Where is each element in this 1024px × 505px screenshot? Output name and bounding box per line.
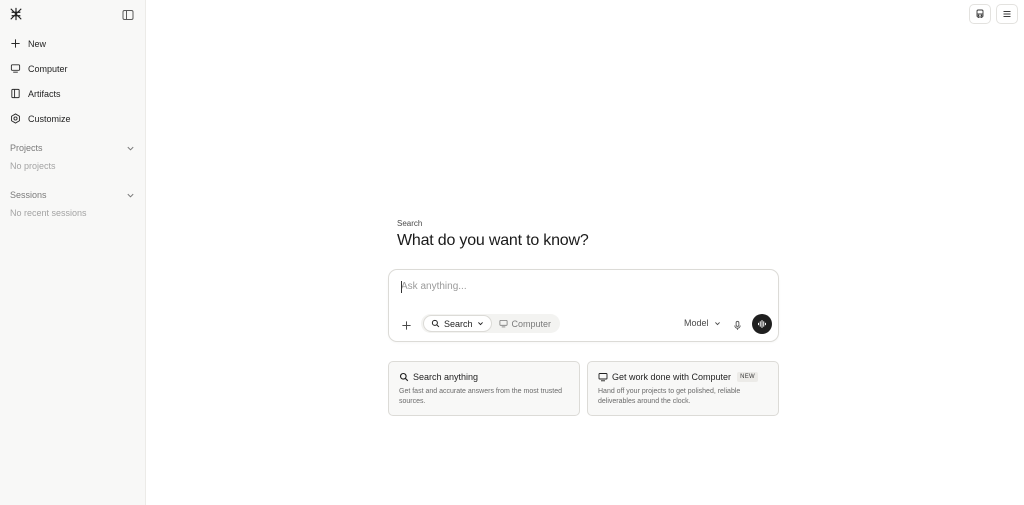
computer-icon xyxy=(499,319,508,328)
card-title-text: Get work done with Computer xyxy=(612,372,732,382)
card-title: Get work done with Computer NEW xyxy=(598,372,768,382)
computer-icon xyxy=(598,373,608,382)
mic-icon xyxy=(734,320,741,330)
chevron-down-icon xyxy=(127,146,134,151)
sidebar: New Computer Artifacts Customize Project… xyxy=(0,0,146,505)
composer: Search Computer Model xyxy=(388,269,779,342)
mode-label: Computer xyxy=(511,318,552,329)
logo-icon[interactable] xyxy=(9,7,23,21)
waveform-icon xyxy=(758,320,766,328)
projects-title: Projects xyxy=(10,143,43,153)
search-icon xyxy=(431,319,440,328)
ask-input[interactable] xyxy=(401,281,761,292)
sidebar-item-new[interactable]: New xyxy=(0,31,146,56)
sidebar-item-label: Artifacts xyxy=(28,88,61,99)
sidebar-item-computer[interactable]: Computer xyxy=(0,56,146,81)
mode-search-button[interactable]: Search xyxy=(423,315,492,332)
card-description: Hand off your projects to get polished, … xyxy=(598,388,741,405)
search-icon xyxy=(399,372,409,382)
sidebar-item-artifacts[interactable]: Artifacts xyxy=(0,81,146,106)
model-select[interactable]: Model xyxy=(684,318,721,328)
suggestion-card-computer[interactable]: Get work done with Computer NEW Hand off… xyxy=(587,361,779,416)
computer-icon xyxy=(10,63,21,74)
mode-label: Search xyxy=(444,318,473,329)
card-title-text: Search anything xyxy=(413,372,479,382)
chevron-down-icon xyxy=(714,321,720,325)
mode-computer-button[interactable]: Computer xyxy=(492,315,559,332)
sidebar-item-label: Customize xyxy=(28,113,71,124)
voice-mode-button[interactable] xyxy=(752,314,772,334)
sessions-empty: No recent sessions xyxy=(10,208,87,218)
new-badge: NEW xyxy=(737,372,758,382)
projects-section: Projects No projects xyxy=(0,141,146,171)
sidebar-item-customize[interactable]: Customize xyxy=(0,106,146,131)
attach-button[interactable] xyxy=(401,318,412,330)
sidebar-item-label: Computer xyxy=(28,63,68,74)
suggestion-card-search[interactable]: Search anything Get fast and accurate an… xyxy=(388,361,580,416)
main-content: Search What do you want to know? Search … xyxy=(146,0,1024,505)
card-description: Get fast and accurate answers from the m… xyxy=(399,388,563,405)
customize-icon xyxy=(10,113,21,124)
page-eyebrow: Search xyxy=(397,219,423,228)
card-title: Search anything xyxy=(399,372,569,382)
mic-button[interactable] xyxy=(732,318,743,330)
sessions-section: Sessions No recent sessions xyxy=(0,188,146,218)
text-caret xyxy=(401,281,402,293)
plus-icon xyxy=(10,38,21,49)
book-icon xyxy=(10,88,21,99)
plus-icon xyxy=(402,321,411,330)
sidebar-item-label: New xyxy=(28,38,47,49)
projects-header[interactable]: Projects xyxy=(0,141,146,155)
sessions-title: Sessions xyxy=(10,190,47,200)
page-title: What do you want to know? xyxy=(397,232,589,249)
chevron-down-icon xyxy=(477,322,483,326)
mode-toggle: Search Computer xyxy=(421,314,561,333)
sessions-header[interactable]: Sessions xyxy=(0,188,146,202)
chevron-down-icon xyxy=(127,193,134,198)
collapse-sidebar-icon[interactable] xyxy=(122,8,134,20)
model-label: Model xyxy=(684,318,709,328)
projects-empty: No projects xyxy=(10,161,56,171)
sidebar-nav: New Computer Artifacts Customize xyxy=(0,31,146,131)
